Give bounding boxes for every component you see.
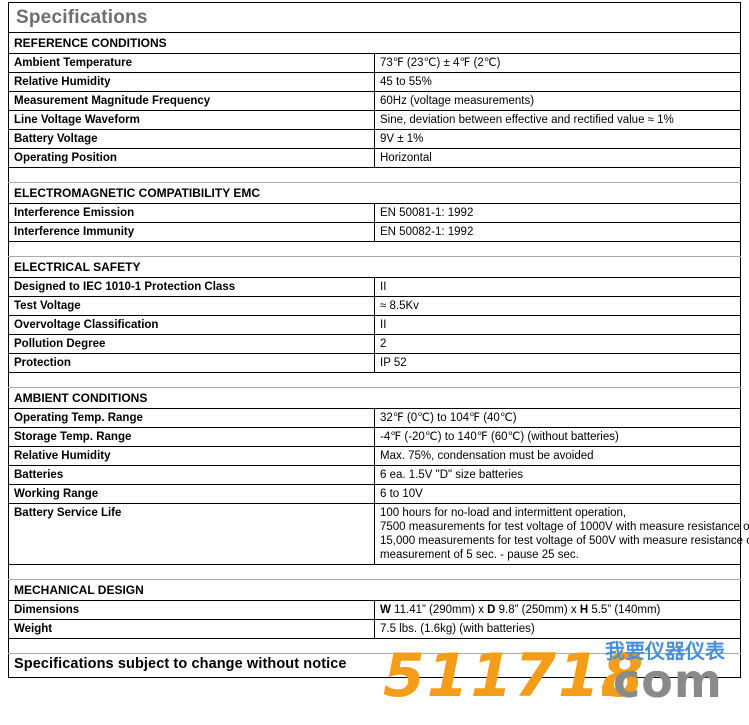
section-spacer-row xyxy=(8,372,741,388)
spec-row: Pollution Degree 2 xyxy=(8,334,741,354)
spec-row-value: 9V ± 1% xyxy=(374,129,741,149)
watermark-tld: com xyxy=(613,654,723,708)
spec-row-value: EN 50081-1: 1992 xyxy=(374,203,741,223)
section-header-label: ELECTRICAL SAFETY xyxy=(8,256,741,278)
spec-row-label: Interference Emission xyxy=(8,203,375,223)
spec-row-label: Working Range xyxy=(8,484,375,504)
section-spacer-cell xyxy=(8,564,741,580)
spec-row-value: 60Hz (voltage measurements) xyxy=(374,91,741,111)
spec-row: Relative Humidity Max. 75%, condensation … xyxy=(8,446,741,466)
page-title: Specifications xyxy=(16,7,148,28)
spec-row: Interference Emission EN 50081-1: 1992 xyxy=(8,203,741,223)
spec-row-label: Dimensions xyxy=(8,600,375,620)
section-spacer-cell xyxy=(8,241,741,257)
spec-row-value: -4℉ (-20℃) to 140℉ (60℃) (without batter… xyxy=(374,427,741,447)
page-title-bar: Specifications xyxy=(8,2,741,32)
spec-value-segment: 9.8” (250mm) x xyxy=(495,604,580,616)
spec-row-value: 100 hours for no-load and intermittent o… xyxy=(374,503,749,565)
spec-row-value: 2 xyxy=(374,334,741,354)
spec-value-line: 100 hours for no-load and intermittent o… xyxy=(380,507,627,519)
spec-row-label: Overvoltage Classification xyxy=(8,315,375,335)
spec-row-label: Storage Temp. Range xyxy=(8,427,375,447)
spec-row-value: 32℉ (0℃) to 104℉ (40℃) xyxy=(374,408,741,428)
spec-row-label: Relative Humidity xyxy=(8,72,375,92)
spec-row: Operating Position Horizontal xyxy=(8,148,741,168)
spec-row: Measurement Magnitude Frequency 60Hz (vol… xyxy=(8,91,741,111)
spec-row: Interference Immunity EN 50082-1: 1992 xyxy=(8,222,741,242)
spec-row-label: Test Voltage xyxy=(8,296,375,316)
specifications-table: REFERENCE CONDITIONS Ambient Temperature 7… xyxy=(8,32,749,678)
spec-value-segment: 5.5” (140mm) xyxy=(588,604,661,616)
section-header-label: AMBIENT CONDITIONS xyxy=(8,387,741,409)
section-header-label: REFERENCE CONDITIONS xyxy=(8,32,741,54)
spec-row: Protection IP 52 xyxy=(8,353,741,373)
spec-row: Working Range 6 to 10V xyxy=(8,484,741,504)
spec-row-value: EN 50082-1: 1992 xyxy=(374,222,741,242)
spec-row-value: ≈ 8.5Kv xyxy=(374,296,741,316)
section-header-row: ELECTROMAGNETIC COMPATIBILITY EMC xyxy=(8,182,741,204)
spec-row-label: Relative Humidity xyxy=(8,446,375,466)
spec-row-label: Battery Service Life xyxy=(8,503,375,565)
spec-row-value: II xyxy=(374,277,741,297)
spec-row-value: Horizontal xyxy=(374,148,741,168)
spec-row: Relative Humidity 45 to 55% xyxy=(8,72,741,92)
section-spacer-row xyxy=(8,564,741,580)
spec-row-value: Sine, deviation between effective and re… xyxy=(374,110,741,130)
section-header-row: REFERENCE CONDITIONS xyxy=(8,32,741,54)
spec-row: Line Voltage Waveform Sine, deviation bet… xyxy=(8,110,741,130)
spec-row-label: Designed to IEC 1010-1 Protection Class xyxy=(8,277,375,297)
spec-row-value: W 11.41” (290mm) x D 9.8” (250mm) x H 5.… xyxy=(374,600,741,620)
section-spacer-row xyxy=(8,167,741,183)
spec-row-label: Battery Voltage xyxy=(8,129,375,149)
spec-row: Test Voltage ≈ 8.5Kv xyxy=(8,296,741,316)
spec-row-label: Operating Temp. Range xyxy=(8,408,375,428)
spec-row: Ambient Temperature 73℉ (23℃) ± 4℉ (2℃) xyxy=(8,53,741,73)
spec-row-value: 6 to 10V xyxy=(374,484,741,504)
section-header-row: ELECTRICAL SAFETY xyxy=(8,256,741,278)
section-header-label: MECHANICAL DESIGN xyxy=(8,579,741,601)
spec-value-segment: H xyxy=(579,604,589,616)
spec-row-label: Measurement Magnitude Frequency xyxy=(8,91,375,111)
spec-row-value: Max. 75%, condensation must be avoided xyxy=(374,446,741,466)
spec-row-label: Batteries xyxy=(8,465,375,485)
spec-value-line: 7500 measurements for test voltage of 10… xyxy=(380,521,749,533)
spec-row-label: Pollution Degree xyxy=(8,334,375,354)
spec-row-value: IP 52 xyxy=(374,353,741,373)
site-watermark-logo: 511718 . 我要仪器仪表 com xyxy=(383,640,749,725)
spec-row-label: Operating Position xyxy=(8,148,375,168)
spec-value-line: measurement of 5 sec. - pause 25 sec. xyxy=(380,549,579,561)
spec-row-label: Weight xyxy=(8,619,375,639)
spec-row: Weight 7.5 lbs. (1.6kg) (with batteries) xyxy=(8,619,741,639)
spec-row-value: 6 ea. 1.5V "D" size batteries xyxy=(374,465,741,485)
spec-row-label: Protection xyxy=(8,353,375,373)
spec-row: Battery Service Life 100 hours for no-loa… xyxy=(8,503,749,565)
section-header-label: ELECTROMAGNETIC COMPATIBILITY EMC xyxy=(8,182,741,204)
spec-row: Operating Temp. Range 32℉ (0℃) to 104℉ (4… xyxy=(8,408,741,428)
section-header-row: AMBIENT CONDITIONS xyxy=(8,387,741,409)
spec-row: Dimensions W 11.41” (290mm) x D 9.8” (250… xyxy=(8,600,741,620)
spec-row: Storage Temp. Range -4℉ (-20℃) to 140℉ (6… xyxy=(8,427,741,447)
spec-row: Batteries 6 ea. 1.5V "D" size batteries xyxy=(8,465,741,485)
spec-row: Overvoltage Classification II xyxy=(8,315,741,335)
spec-row: Battery Voltage 9V ± 1% xyxy=(8,129,741,149)
spec-row-value: II xyxy=(374,315,741,335)
spec-row: Designed to IEC 1010-1 Protection Class I… xyxy=(8,277,741,297)
spec-row-value: 45 to 55% xyxy=(374,72,741,92)
spec-row-label: Ambient Temperature xyxy=(8,53,375,73)
spec-row-value: 73℉ (23℃) ± 4℉ (2℃) xyxy=(374,53,741,73)
section-spacer-row xyxy=(8,241,741,257)
spec-row-label: Interference Immunity xyxy=(8,222,375,242)
spec-row-label: Line Voltage Waveform xyxy=(8,110,375,130)
spec-value-line: 15,000 measurements for test voltage of … xyxy=(380,535,749,547)
section-header-row: MECHANICAL DESIGN xyxy=(8,579,741,601)
spec-value-segment: W xyxy=(380,604,391,616)
section-spacer-cell xyxy=(8,372,741,388)
spec-value-segment: 11.41” (290mm) x xyxy=(390,604,488,616)
section-spacer-cell xyxy=(8,167,741,183)
specifications-sheet: Specifications REFERENCE CONDITIONS Ambie… xyxy=(8,2,749,678)
spec-row-value: 7.5 lbs. (1.6kg) (with batteries) xyxy=(374,619,741,639)
